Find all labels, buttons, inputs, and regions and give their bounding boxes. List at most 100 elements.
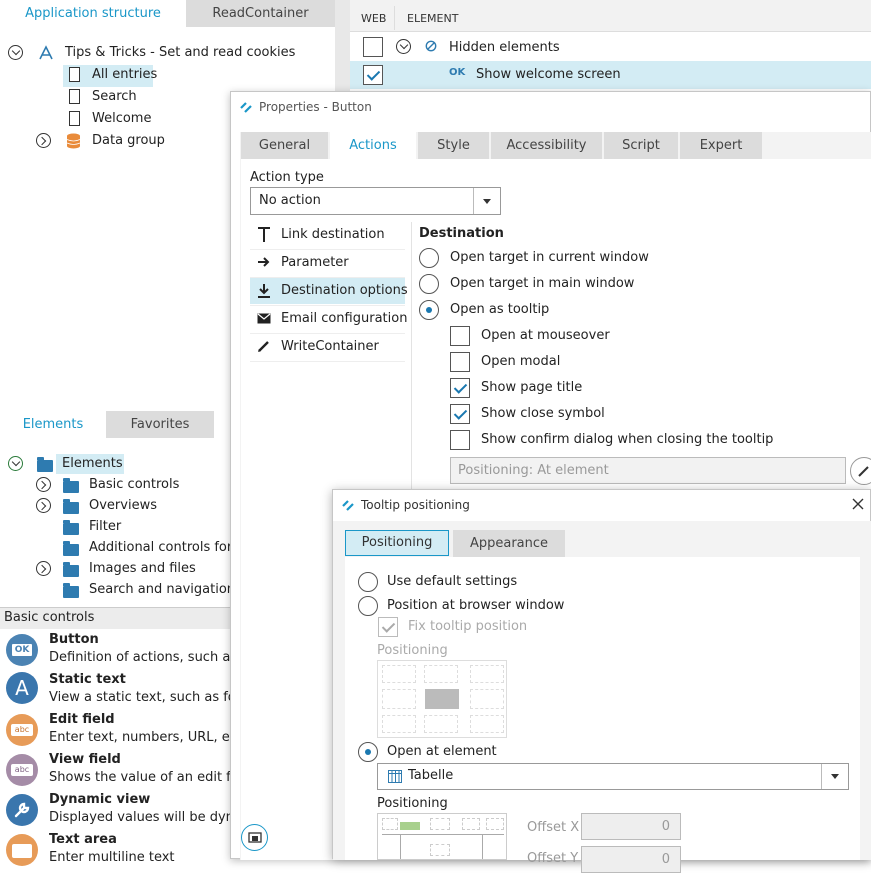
menu-parameter[interactable]: Parameter: [281, 253, 349, 273]
control-title: Text area: [49, 832, 117, 847]
control-desc: View a static text, such as for d: [49, 690, 254, 705]
text-area-icon: [6, 834, 38, 866]
radio-label: Open as tooltip: [450, 302, 550, 317]
basic-controls-title: Basic controls: [4, 610, 95, 625]
menu-writecontainer[interactable]: WriteContainer: [281, 337, 379, 357]
database-icon: [66, 133, 81, 149]
row-label[interactable]: Hidden elements: [449, 38, 560, 58]
page-search-icon: [69, 89, 80, 104]
radio-browser-window[interactable]: [358, 596, 378, 616]
control-desc: Definition of actions, such as sa: [49, 650, 256, 665]
view-field-icon: abc: [6, 754, 38, 786]
radio-label: Open target in main window: [450, 276, 635, 291]
tab-elements[interactable]: Elements: [0, 411, 106, 438]
expand-icon[interactable]: [36, 477, 51, 492]
position-cell-selected: [400, 822, 420, 830]
folder-icon: [63, 478, 79, 493]
close-icon[interactable]: [852, 498, 864, 510]
positioning-field: Positioning: At element: [450, 457, 846, 484]
checkbox-confirm-dialog[interactable]: [450, 430, 470, 450]
download-icon: [258, 284, 270, 298]
control-title: View field: [49, 752, 121, 767]
control-title: Static text: [49, 672, 126, 687]
menu-link-destination[interactable]: Link destination: [281, 225, 385, 245]
checkbox-fix-position[interactable]: [378, 617, 398, 637]
arrow-right-icon: [258, 257, 270, 267]
checkbox-label: Open modal: [481, 354, 561, 369]
row-label[interactable]: Show welcome screen: [476, 65, 621, 85]
tree-item-images[interactable]: Images and files: [89, 558, 196, 580]
tree-root[interactable]: Tips & Tricks - Set and read cookies: [65, 42, 295, 64]
bottom-button[interactable]: [241, 824, 268, 851]
tab-style[interactable]: Style: [418, 132, 489, 159]
checkbox-modal[interactable]: [450, 352, 470, 372]
tab-general[interactable]: General: [241, 132, 328, 159]
control-title: Dynamic view: [49, 792, 151, 807]
chevron-down-icon: [483, 199, 491, 204]
tree-item-welcome[interactable]: Welcome: [92, 108, 151, 130]
tree-item-data-group[interactable]: Data group: [92, 130, 165, 152]
checkbox-label: Fix tooltip position: [408, 619, 528, 634]
checkbox-mouseover[interactable]: [450, 326, 470, 346]
positioning-label-2: Positioning: [377, 796, 448, 811]
radio-use-default[interactable]: [358, 572, 378, 592]
menu-email-config[interactable]: Email configuration: [281, 309, 407, 329]
checkbox-page-title[interactable]: [450, 378, 470, 398]
offset-x-input[interactable]: 0: [581, 813, 681, 840]
tab-script[interactable]: Script: [604, 132, 678, 159]
tab-readcontainer[interactable]: ReadContainer: [186, 0, 335, 27]
tab-application-structure[interactable]: Application structure: [0, 0, 186, 27]
checkbox-label: Open at mouseover: [481, 328, 610, 343]
radio-label: Open at element: [387, 744, 497, 759]
web-checkbox[interactable]: [363, 37, 383, 57]
page-link-icon: [69, 67, 80, 82]
edit-positioning-button[interactable]: [850, 457, 871, 485]
tab-expert[interactable]: Expert: [680, 132, 762, 159]
action-type-select[interactable]: No action: [250, 187, 501, 215]
tab-accessibility[interactable]: Accessibility: [491, 132, 602, 159]
app-logo-icon: [342, 500, 354, 511]
offset-y-input[interactable]: 0: [581, 846, 681, 873]
tree-item-filter[interactable]: Filter: [89, 516, 121, 538]
radio-open-tooltip[interactable]: [419, 300, 439, 320]
checkbox-close-symbol[interactable]: [450, 404, 470, 424]
tree-item-overviews[interactable]: Overviews: [89, 495, 157, 517]
radio-open-at-element[interactable]: [358, 742, 378, 762]
control-title: Button: [49, 632, 99, 647]
tab-favorites[interactable]: Favorites: [106, 411, 214, 438]
position-grid[interactable]: [377, 813, 507, 860]
folder-icon: [63, 541, 79, 556]
radio-main-window[interactable]: [419, 274, 439, 294]
tab-positioning[interactable]: Positioning: [345, 530, 449, 556]
collapse-icon[interactable]: [396, 39, 411, 54]
radio-label: Use default settings: [387, 574, 518, 589]
collapse-icon[interactable]: [8, 45, 23, 60]
collapse-icon[interactable]: [8, 456, 23, 471]
radio-current-window[interactable]: [419, 248, 439, 268]
chevron-down-icon: [831, 774, 839, 779]
expand-icon[interactable]: [36, 133, 51, 148]
tab-appearance[interactable]: Appearance: [453, 530, 565, 557]
web-checkbox[interactable]: [363, 65, 383, 85]
static-text-icon: A: [6, 672, 38, 704]
edit-field-icon: abc: [6, 714, 38, 746]
tab-actions[interactable]: Actions: [330, 132, 416, 159]
tree-item-additional[interactable]: Additional controls for c: [89, 537, 244, 559]
tree-item-search-nav[interactable]: Search and navigation: [89, 579, 235, 601]
element-select[interactable]: Tabelle: [377, 763, 849, 790]
hidden-icon: [425, 40, 437, 52]
checkbox-label: Show close symbol: [481, 406, 605, 421]
elements-folder-icon: [37, 457, 53, 472]
window-icon: [248, 832, 262, 843]
folder-icon: [63, 499, 79, 514]
checkbox-label: Show page title: [481, 380, 583, 395]
tree-item-basic-controls[interactable]: Basic controls: [89, 474, 179, 496]
control-title: Edit field: [49, 712, 115, 727]
expand-icon[interactable]: [36, 561, 51, 576]
tree-item-search[interactable]: Search: [92, 86, 137, 108]
expand-icon[interactable]: [36, 498, 51, 513]
page-icon: [69, 111, 80, 126]
radio-label: Position at browser window: [387, 598, 565, 613]
header-element: ELEMENT: [407, 12, 459, 25]
position-grid-disabled: [377, 660, 507, 738]
